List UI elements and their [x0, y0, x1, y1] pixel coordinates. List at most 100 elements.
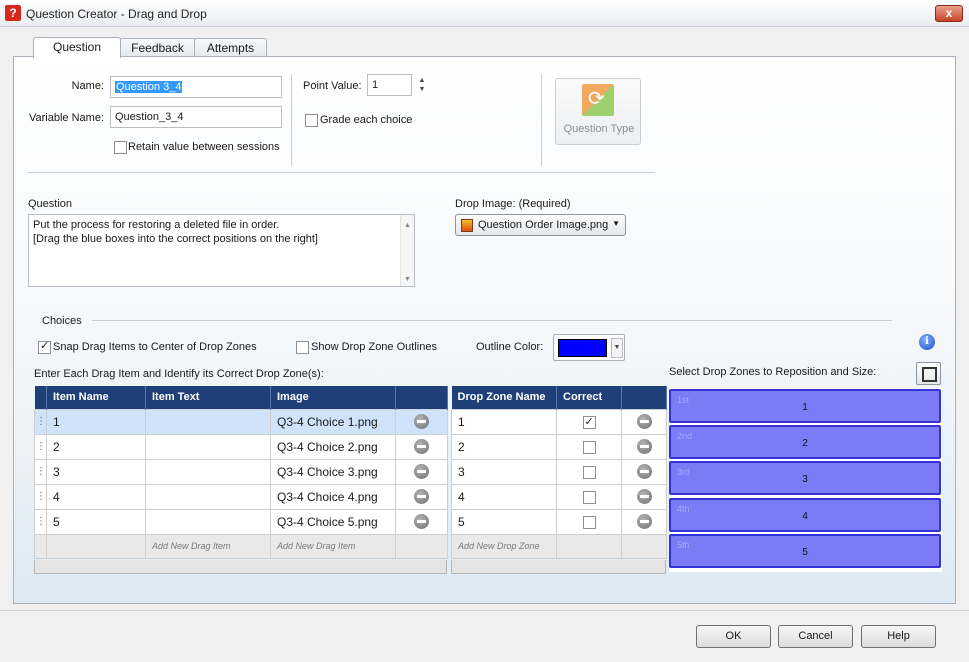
item-name-cell[interactable]: 5	[46, 508, 146, 535]
grade-each-choice-label: Grade each choice	[320, 114, 413, 126]
correct-checkbox[interactable]	[582, 440, 596, 454]
remove-icon[interactable]	[414, 414, 429, 430]
snap-drag-items-label: Snap Drag Items to Center of Drop Zones	[53, 341, 257, 353]
drop-zone[interactable]: 5th 5	[669, 534, 941, 568]
add-new-row[interactable]: Add New Drag Item Add New Drag Item	[34, 533, 448, 559]
column-header-drop-zone-name[interactable]: Drop Zone Name	[451, 386, 557, 409]
scroll-up-icon[interactable]: ▲	[404, 219, 411, 233]
table-row[interactable]: 5	[451, 508, 667, 535]
table-row[interactable]: ⋮ 2 Q3-4 Choice 2.png	[34, 433, 448, 460]
empty-cell	[395, 533, 448, 559]
remove-icon[interactable]	[636, 464, 652, 480]
add-new-drop-zone[interactable]: Add New Drop Zone	[451, 533, 557, 559]
drop-zone[interactable]: 4th 4	[669, 498, 941, 532]
name-input[interactable]: Question 3_4	[110, 76, 282, 98]
add-new-drag-item-text[interactable]: Add New Drag Item	[145, 533, 271, 559]
drop-zone[interactable]: 2nd 2	[669, 425, 941, 459]
add-new-drag-item-image[interactable]: Add New Drag Item	[270, 533, 396, 559]
item-text-cell[interactable]	[145, 508, 271, 535]
remove-cell	[621, 408, 667, 435]
remove-icon[interactable]	[414, 489, 429, 505]
remove-icon[interactable]	[636, 514, 652, 530]
variable-name-input[interactable]: Question_3_4	[110, 106, 282, 128]
item-name-cell[interactable]: 4	[46, 483, 146, 510]
item-image-cell[interactable]: Q3-4 Choice 2.png	[270, 433, 396, 460]
item-text-cell[interactable]	[145, 433, 271, 460]
column-header-correct[interactable]: Correct	[556, 386, 622, 409]
remove-icon[interactable]	[414, 464, 429, 480]
remove-icon[interactable]	[414, 439, 429, 455]
ok-button[interactable]: OK	[696, 625, 771, 648]
drop-zone-name-cell[interactable]: 3	[451, 458, 557, 485]
retain-value-checkbox[interactable]	[114, 141, 127, 154]
drop-zone[interactable]: 1st 1	[669, 389, 941, 423]
outline-color-picker[interactable]: ▼	[553, 334, 625, 361]
spin-down-icon[interactable]: ▼	[417, 85, 427, 94]
grade-each-choice-checkbox[interactable]	[305, 114, 318, 127]
column-header-item-text[interactable]: Item Text	[145, 386, 271, 409]
scroll-down-icon[interactable]: ▼	[404, 273, 411, 287]
point-value-spinner[interactable]: ▲ ▼	[417, 76, 427, 98]
item-text-cell[interactable]	[145, 483, 271, 510]
drag-handle-icon[interactable]: ⋮	[34, 508, 47, 535]
select-drop-zones-label: Select Drop Zones to Reposition and Size…	[669, 366, 877, 378]
table-row[interactable]: 4	[451, 483, 667, 510]
drop-image-dropdown[interactable]: Question Order Image.png ▼	[455, 214, 626, 236]
remove-icon[interactable]	[636, 439, 652, 455]
drop-zone-name-cell[interactable]: 4	[451, 483, 557, 510]
table-row[interactable]: ⋮ 3 Q3-4 Choice 3.png	[34, 458, 448, 485]
correct-checkbox[interactable]	[582, 490, 596, 504]
drag-handle-icon[interactable]: ⋮	[34, 458, 47, 485]
remove-icon[interactable]	[636, 489, 652, 505]
correct-checkbox[interactable]	[582, 465, 596, 479]
tab-feedback[interactable]: Feedback	[119, 38, 196, 57]
drop-zone-name-cell[interactable]: 5	[451, 508, 557, 535]
remove-cell	[621, 433, 667, 460]
item-name-cell[interactable]: 3	[46, 458, 146, 485]
column-header-item-name[interactable]: Item Name	[46, 386, 146, 409]
column-header-image[interactable]: Image	[270, 386, 396, 409]
correct-checkbox[interactable]	[582, 515, 596, 529]
help-button[interactable]: Help	[861, 625, 936, 648]
item-name-cell[interactable]: 2	[46, 433, 146, 460]
show-outlines-checkbox[interactable]	[296, 341, 309, 354]
table-row[interactable]: ⋮ 4 Q3-4 Choice 4.png	[34, 483, 448, 510]
close-button[interactable]: x	[935, 5, 963, 22]
drop-image-value: Question Order Image.png	[478, 219, 609, 231]
table-row[interactable]: 2	[451, 433, 667, 460]
question-type-button[interactable]: Question Type	[555, 78, 641, 145]
item-image-cell[interactable]: Q3-4 Choice 4.png	[270, 483, 396, 510]
spin-up-icon[interactable]: ▲	[417, 76, 427, 85]
drop-zone-name-cell[interactable]: 1	[451, 408, 557, 435]
fit-zones-button[interactable]	[916, 362, 941, 385]
item-image-cell[interactable]: Q3-4 Choice 3.png	[270, 458, 396, 485]
drop-zone-label: 5	[802, 547, 808, 558]
item-image-cell[interactable]: Q3-4 Choice 5.png	[270, 508, 396, 535]
table-row[interactable]: ⋮ 5 Q3-4 Choice 5.png	[34, 508, 448, 535]
correct-checkbox[interactable]	[582, 415, 596, 429]
item-image-cell[interactable]: Q3-4 Choice 1.png	[270, 408, 396, 435]
item-text-cell[interactable]	[145, 408, 271, 435]
drag-handle-icon[interactable]: ⋮	[34, 433, 47, 460]
remove-icon[interactable]	[414, 514, 429, 530]
remove-icon[interactable]	[636, 414, 652, 430]
item-text-cell[interactable]	[145, 458, 271, 485]
drag-handle-icon[interactable]: ⋮	[34, 483, 47, 510]
table-row[interactable]: ⋮ 1 Q3-4 Choice 1.png	[34, 408, 448, 435]
add-new-row[interactable]: Add New Drop Zone	[451, 533, 667, 559]
snap-drag-items-checkbox[interactable]	[38, 339, 51, 354]
item-name-cell[interactable]: 1	[46, 408, 146, 435]
chevron-down-icon[interactable]: ▼	[611, 338, 623, 358]
drop-zone-name-cell[interactable]: 2	[451, 433, 557, 460]
question-scrollbar[interactable]: ▲ ▼	[400, 215, 414, 286]
table-row[interactable]: 3	[451, 458, 667, 485]
tab-attempts[interactable]: Attempts	[194, 38, 267, 57]
info-icon[interactable]: i	[919, 334, 935, 350]
drag-handle-icon[interactable]: ⋮	[34, 408, 47, 435]
cancel-button[interactable]: Cancel	[778, 625, 853, 648]
tab-question[interactable]: Question	[33, 37, 121, 58]
question-textarea[interactable]: Put the process for restoring a deleted …	[28, 214, 415, 287]
drop-zone[interactable]: 3rd 3	[669, 461, 941, 495]
point-value-input[interactable]: 1	[367, 74, 412, 96]
table-row[interactable]: 1	[451, 408, 667, 435]
